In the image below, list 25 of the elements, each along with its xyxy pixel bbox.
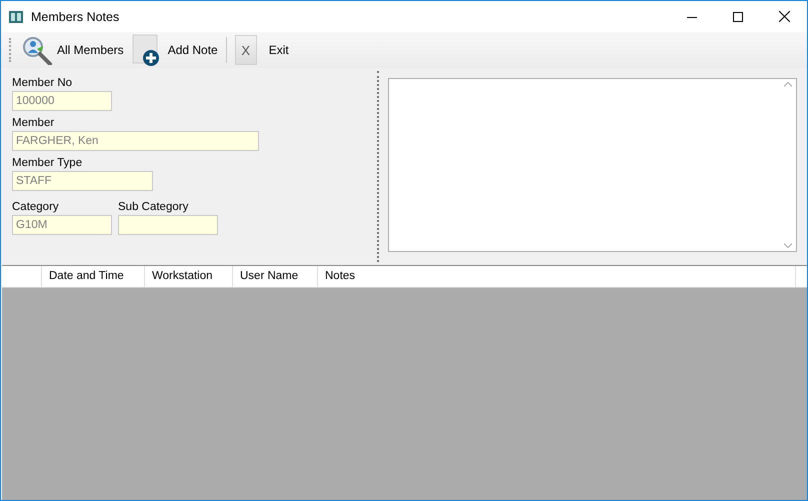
- text-field[interactable]: STAFF: [12, 171, 153, 191]
- maximize-icon: [733, 12, 743, 22]
- scroll-down-icon[interactable]: [784, 243, 792, 248]
- book-icon: [8, 8, 24, 24]
- magnifier-people-icon: [21, 35, 53, 65]
- column-header[interactable]: User Name: [233, 266, 318, 287]
- text-field[interactable]: G10M: [12, 215, 112, 235]
- text-field[interactable]: FARGHER, Ken: [12, 131, 259, 151]
- field-label: Member Type: [12, 156, 84, 171]
- field-label: Category: [12, 200, 60, 215]
- window-title: Members Notes: [31, 10, 120, 24]
- text-field[interactable]: [118, 215, 218, 235]
- close-icon: X: [234, 35, 257, 65]
- field-label: Member No: [12, 76, 74, 91]
- column-header[interactable]: Workstation: [145, 266, 233, 287]
- exit-button[interactable]: X Exit: [230, 33, 293, 67]
- close-icon: [778, 11, 790, 22]
- field-label: Sub Category: [118, 200, 190, 215]
- all-members-button[interactable]: All Members: [17, 33, 128, 67]
- scroll-up-icon[interactable]: [784, 82, 792, 87]
- field-label: Member: [12, 116, 56, 131]
- text-field[interactable]: 100000: [12, 91, 112, 111]
- column-header[interactable]: Notes: [318, 266, 796, 287]
- add-note-button[interactable]: Add Note: [128, 33, 222, 67]
- column-header[interactable]: Date and Time: [42, 266, 145, 287]
